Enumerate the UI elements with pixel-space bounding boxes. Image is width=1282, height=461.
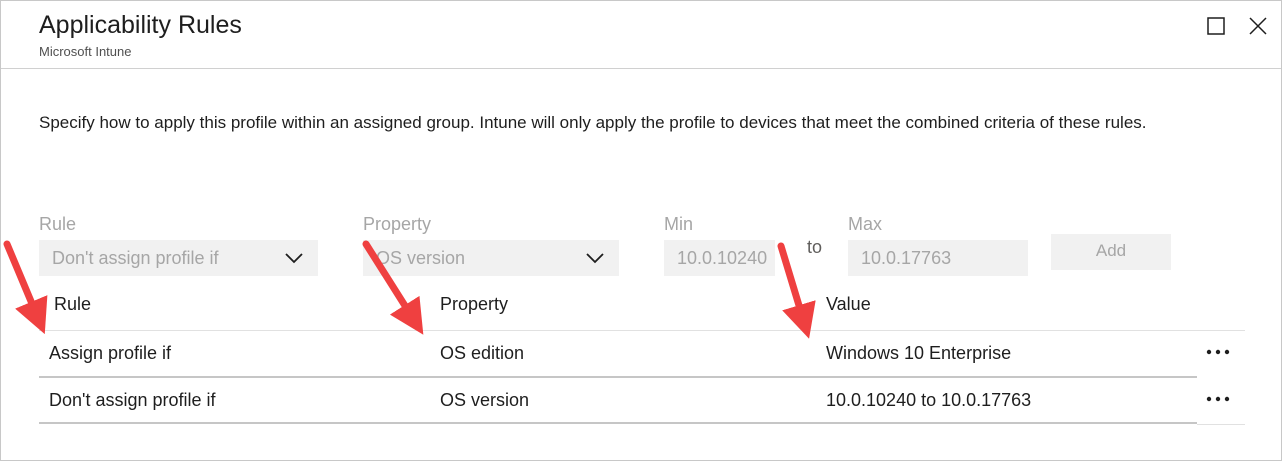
table-row-divider: [39, 376, 1197, 378]
min-input-value: 10.0.10240: [677, 248, 768, 268]
min-field-label: Min: [664, 214, 694, 234]
table-row-1-property: OS edition: [440, 343, 525, 363]
applicability-rules-blade: Applicability Rules Microsoft Intune Spe…: [0, 0, 1282, 461]
property-dropdown-value: OS version: [376, 248, 466, 268]
add-button[interactable]: Add: [1051, 234, 1171, 270]
table-row-2-property: OS version: [440, 390, 530, 410]
min-input[interactable]: 10.0.10240: [664, 240, 775, 276]
close-icon: [1249, 17, 1267, 35]
chevron-down-icon: [586, 253, 604, 264]
table-row-divider: [1197, 424, 1245, 425]
property-field-label: Property: [363, 214, 432, 234]
row-1-more-options-icon[interactable]: [1205, 345, 1231, 359]
table-row-divider: [39, 422, 1197, 424]
column-header-property: Property: [440, 294, 509, 314]
table-row-1-rule: Assign profile if: [49, 343, 172, 363]
column-header-rule: Rule: [54, 294, 92, 314]
table-header-divider: [39, 330, 1245, 331]
page-subtitle: Microsoft Intune: [39, 44, 132, 59]
table-row-2-value: 10.0.10240 to 10.0.17763: [826, 390, 1032, 410]
close-button[interactable]: [1247, 15, 1269, 37]
row-2-more-options-icon[interactable]: [1205, 392, 1231, 406]
property-dropdown[interactable]: OS version: [363, 240, 619, 276]
max-field-label: Max: [848, 214, 883, 234]
max-input[interactable]: 10.0.17763: [848, 240, 1028, 276]
page-title: Applicability Rules: [39, 11, 242, 39]
column-header-value: Value: [826, 294, 871, 314]
rule-dropdown[interactable]: Don't assign profile if: [39, 240, 318, 276]
chevron-down-icon: [285, 253, 303, 264]
maximize-icon: [1207, 17, 1225, 35]
range-to-text: to: [807, 237, 823, 257]
blade-header: Applicability Rules Microsoft Intune: [1, 1, 1281, 69]
rule-field-label: Rule: [39, 214, 77, 234]
description-text: Specify how to apply this profile within…: [39, 113, 1147, 132]
maximize-button[interactable]: [1205, 15, 1227, 37]
rule-dropdown-value: Don't assign profile if: [52, 248, 219, 268]
max-input-value: 10.0.17763: [861, 248, 952, 268]
table-row-1-value: Windows 10 Enterprise: [826, 343, 1012, 363]
table-row-2-rule: Don't assign profile if: [49, 390, 216, 410]
